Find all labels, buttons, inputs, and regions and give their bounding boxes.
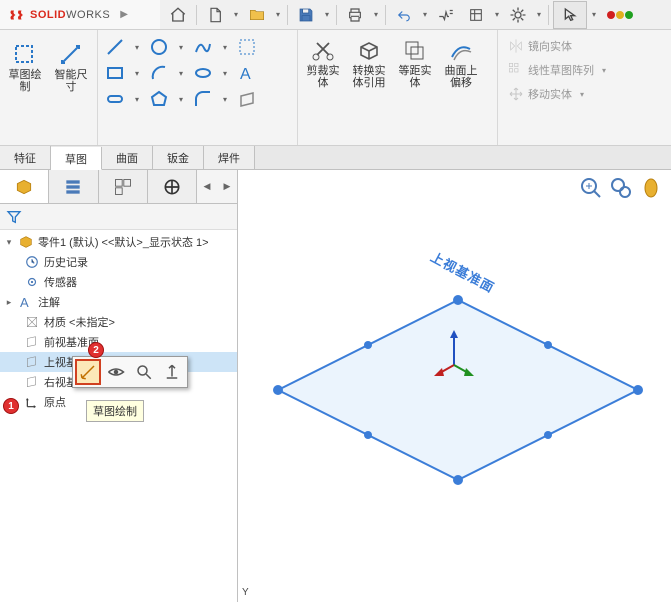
convert-button[interactable]: 转换实 体引用 <box>348 36 390 92</box>
context-toolbar <box>72 356 188 388</box>
polygon-tool[interactable] <box>146 86 172 112</box>
callout-2: 2 <box>88 342 104 358</box>
select-dropdown[interactable]: ▾ <box>589 10 599 19</box>
rectangle-tool[interactable] <box>102 60 128 86</box>
rebuild-dropdown[interactable]: ▾ <box>492 10 502 19</box>
tab-weldment[interactable]: 焊件 <box>204 146 255 169</box>
tab-surface[interactable]: 曲面 <box>102 146 153 169</box>
undo-dropdown[interactable]: ▾ <box>420 10 430 19</box>
solidworks-logo-icon <box>8 6 26 24</box>
dimxpert-tab[interactable] <box>148 170 197 203</box>
save-button[interactable] <box>292 3 320 27</box>
ellipse-tool[interactable] <box>190 60 216 86</box>
settings-button[interactable] <box>504 3 532 27</box>
undo-button[interactable] <box>390 3 418 27</box>
svg-text:A: A <box>240 66 251 82</box>
tab-nav-left[interactable]: ◀ <box>197 170 217 203</box>
save-dropdown[interactable]: ▾ <box>322 10 332 19</box>
print-dropdown[interactable]: ▾ <box>371 10 381 19</box>
tab-sketch[interactable]: 草图 <box>51 147 102 170</box>
print-button[interactable] <box>341 3 369 27</box>
ribbon: 草图绘 制 智能尺 寸 ▾▾▾ ▾▾▾A ▾▾▾ 剪裁实 体 转换实 体引用 等… <box>0 30 671 146</box>
separator <box>336 5 337 25</box>
fillet-tool[interactable] <box>190 86 216 112</box>
plane-preview <box>268 260 648 520</box>
pattern-button[interactable]: 线性草图阵列▾ <box>502 58 667 82</box>
offset-button[interactable]: 等距实 体 <box>394 36 436 92</box>
new-dropdown[interactable]: ▾ <box>231 10 241 19</box>
separator <box>196 5 197 25</box>
tab-features[interactable]: 特征 <box>0 146 51 169</box>
config-tab[interactable] <box>99 170 148 203</box>
point-tool[interactable] <box>234 34 260 60</box>
logo-bold: SOLID <box>30 9 66 21</box>
mirror-button[interactable]: 镜向实体 <box>502 34 667 58</box>
title-chevron-icon[interactable]: ▶ <box>120 9 128 20</box>
open-button[interactable] <box>243 3 271 27</box>
property-tab[interactable] <box>49 170 98 203</box>
trim-button[interactable]: 剪裁实 体 <box>302 36 344 92</box>
traffic-icon <box>607 11 633 19</box>
slot-tool[interactable] <box>102 86 128 112</box>
ctx-sketch-button[interactable] <box>75 359 101 385</box>
rebuild-button[interactable] <box>462 3 490 27</box>
filter-icon[interactable] <box>6 209 22 225</box>
new-button[interactable] <box>201 3 229 27</box>
ctx-zoom-button[interactable] <box>131 359 157 385</box>
context-tooltip: 草图绘制 <box>86 400 144 422</box>
circle-tool[interactable] <box>146 34 172 60</box>
axis-y-label: Y <box>242 587 249 598</box>
line-tool[interactable] <box>102 34 128 60</box>
smart-dimension-button[interactable]: 智能尺 寸 <box>50 40 92 96</box>
document-tabs: 特征 草图 曲面 钣金 焊件 <box>0 146 671 170</box>
zoom-fit-icon[interactable] <box>579 176 603 200</box>
tree-front-plane[interactable]: 前视基准面 <box>0 332 237 352</box>
settings-dropdown[interactable]: ▾ <box>534 10 544 19</box>
origin-triad-icon <box>434 330 474 380</box>
app-logo: SOLIDWORKS <box>8 6 110 24</box>
move-button[interactable]: 移动实体▾ <box>502 82 667 106</box>
zoom-area-icon[interactable] <box>609 176 633 200</box>
open-dropdown[interactable]: ▾ <box>273 10 283 19</box>
tab-nav-right[interactable]: ▶ <box>217 170 237 203</box>
select-tool-button[interactable] <box>553 1 587 29</box>
separator <box>287 5 288 25</box>
plane-tool[interactable] <box>234 86 260 112</box>
graphics-viewport[interactable]: 上视基准面 Y <box>238 170 671 602</box>
logo-rest: WORKS <box>66 9 110 21</box>
tree-sensors[interactable]: 传感器 <box>0 272 237 292</box>
ctx-show-button[interactable] <box>103 359 129 385</box>
appearance-icon[interactable] <box>639 176 663 200</box>
options-button[interactable] <box>432 3 460 27</box>
separator <box>385 5 386 25</box>
tree-root[interactable]: ▾ 零件1 (默认) <<默认>_显示状态 1> <box>0 232 237 252</box>
tree-material[interactable]: 材质 <未指定> <box>0 312 237 332</box>
feature-tree-tab[interactable] <box>0 170 49 203</box>
tree-annotations[interactable]: ▸A注解 <box>0 292 237 312</box>
tab-sheetmetal[interactable]: 钣金 <box>153 146 204 169</box>
svg-text:A: A <box>20 295 29 309</box>
separator <box>548 5 549 25</box>
tree-history[interactable]: 历史记录 <box>0 252 237 272</box>
arc-tool[interactable] <box>146 60 172 86</box>
home-button[interactable] <box>164 3 192 27</box>
text-tool[interactable]: A <box>234 60 260 86</box>
sketch-button[interactable]: 草图绘 制 <box>4 40 46 96</box>
curve-offset-button[interactable]: 曲面上 偏移 <box>440 36 482 92</box>
quick-access-toolbar: ▾ ▾ ▾ ▾ ▾ ▾ ▾ ▾ <box>160 0 671 30</box>
callout-1: 1 <box>3 398 19 414</box>
ctx-normal-button[interactable] <box>159 359 185 385</box>
spline-tool[interactable] <box>190 34 216 60</box>
